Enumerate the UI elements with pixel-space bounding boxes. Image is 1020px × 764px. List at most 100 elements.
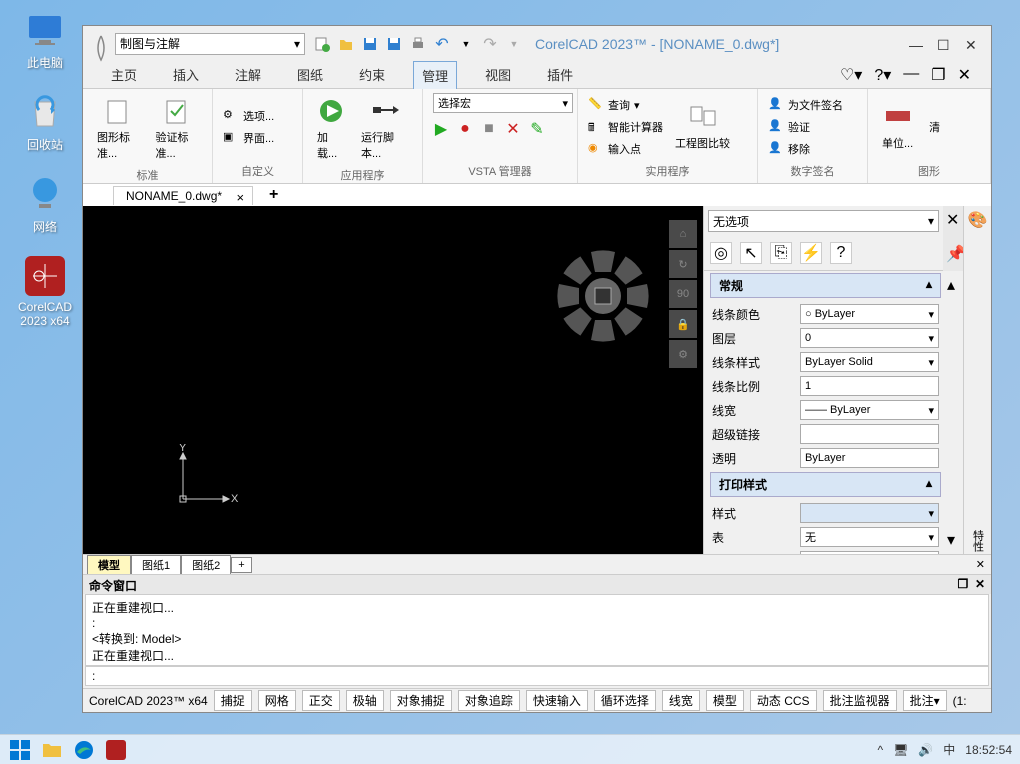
selection-combo[interactable]: 无选项▾ — [708, 210, 939, 232]
tray-network-icon[interactable]: 🖥 — [893, 743, 908, 757]
options-button[interactable]: ⚙选项... — [223, 108, 274, 124]
menu-plugin[interactable]: 插件 — [539, 61, 581, 88]
clean-button[interactable]: 清 — [925, 115, 944, 139]
layout-tab-model[interactable]: 模型 — [87, 555, 131, 575]
status-anno[interactable]: 批注▾ — [903, 690, 947, 711]
query-button[interactable]: 📏查询▾ — [588, 97, 663, 113]
view-cube[interactable] — [553, 246, 653, 346]
redo-icon[interactable]: ↷ — [481, 35, 499, 53]
run-script-button[interactable]: 运行脚本... — [357, 93, 412, 165]
status-qinput[interactable]: 快速输入 — [526, 690, 588, 711]
vsta-delete-icon[interactable]: ✕ — [505, 121, 521, 137]
vp-settings-icon[interactable]: ⚙ — [669, 340, 697, 368]
command-input[interactable]: : — [85, 666, 989, 686]
interface-button[interactable]: ▣界面... — [223, 130, 274, 146]
vsta-record-icon[interactable]: ● — [457, 121, 473, 137]
tray-clock[interactable]: 18:52:54 — [965, 743, 1012, 757]
table-combo[interactable]: 无▾ — [800, 527, 939, 547]
menu-sheet[interactable]: 图纸 — [289, 61, 331, 88]
sign-file-button[interactable]: 👤为文件签名 — [768, 97, 843, 113]
command-history[interactable]: 正在重建视口... : <转换到: Model> 正在重建视口... — [85, 594, 989, 666]
status-dccs[interactable]: 动态 CCS — [750, 690, 817, 711]
add-tab-button[interactable]: + — [259, 186, 288, 204]
menu-constraint[interactable]: 约束 — [351, 61, 393, 88]
vsta-edit-icon[interactable]: ✎ — [529, 121, 545, 137]
saveas-icon[interactable] — [385, 35, 403, 53]
vp-90-button[interactable]: 90 — [669, 280, 697, 308]
status-model[interactable]: 模型 — [706, 690, 744, 711]
status-annomon[interactable]: 批注监视器 — [823, 690, 897, 711]
drawing-standards-button[interactable]: 图形标准... — [93, 93, 144, 165]
layer-combo[interactable]: 0▾ — [800, 328, 939, 348]
status-snap[interactable]: 捕捉 — [214, 690, 252, 711]
undo-icon[interactable]: ↶ — [433, 35, 451, 53]
cmd-restore-icon[interactable]: ❐ — [958, 577, 969, 591]
mdi-restore-icon[interactable]: ❐ — [931, 65, 945, 85]
desktop-icon-recycle[interactable]: 回收站 — [10, 92, 80, 153]
lineweight-combo[interactable]: —— ByLayer▾ — [800, 400, 939, 420]
open-icon[interactable] — [337, 35, 355, 53]
cmd-close-icon[interactable]: ✕ — [975, 577, 985, 591]
mdi-minimize-icon[interactable]: — — [903, 65, 919, 85]
favorite-icon[interactable]: ♡▾ — [840, 65, 862, 85]
mdi-close-icon[interactable]: ✕ — [958, 65, 971, 85]
verify-button[interactable]: 👤验证 — [768, 119, 843, 135]
prop-tool-3[interactable]: ⎘ — [770, 242, 792, 264]
panel-close-icon[interactable]: ✕ — [976, 559, 985, 571]
status-polar[interactable]: 极轴 — [346, 690, 384, 711]
panel-pin-icon[interactable]: 📌 — [946, 244, 960, 258]
linecolor-combo[interactable]: ○ ByLayer▾ — [800, 304, 939, 324]
desktop-icon-network[interactable]: 网络 — [10, 174, 80, 235]
input-point-button[interactable]: ◉输入点 — [588, 141, 663, 157]
vsta-macro-combo[interactable]: 选择宏▾ — [433, 93, 573, 113]
vp-rotate-icon[interactable]: ↻ — [669, 250, 697, 278]
status-lweight[interactable]: 线宽 — [662, 690, 700, 711]
panel-close-icon[interactable]: ✕ — [946, 210, 960, 224]
status-osnap[interactable]: 对象捕捉 — [390, 690, 452, 711]
section-print[interactable]: 打印样式▴ — [710, 472, 941, 497]
tray-chevron-icon[interactable]: ^ — [877, 743, 883, 757]
linescale-input[interactable]: 1 — [800, 376, 939, 396]
menu-insert[interactable]: 插入 — [165, 61, 207, 88]
vsta-stop-icon[interactable]: ■ — [481, 121, 497, 137]
prop-tool-1[interactable]: ◎ — [710, 242, 732, 264]
save-icon[interactable] — [361, 35, 379, 53]
palette-icon-1[interactable]: 🎨 — [968, 210, 988, 230]
tray-volume-icon[interactable]: 🔊 — [918, 743, 933, 757]
scroll-down-icon[interactable]: ▾ — [947, 530, 963, 550]
maximize-button[interactable]: ☐ — [937, 37, 951, 51]
status-ortho[interactable]: 正交 — [302, 690, 340, 711]
prop-tool-2[interactable]: ↖ — [740, 242, 762, 264]
undo-dropdown-icon[interactable]: ▼ — [457, 35, 475, 53]
close-tab-icon[interactable]: × — [236, 190, 244, 205]
style-combo[interactable]: ▾ — [800, 503, 939, 523]
desktop-icon-pc[interactable]: 此电脑 — [10, 10, 80, 71]
desktop-icon-corelcad[interactable]: CorelCAD 2023 x64 — [10, 256, 80, 328]
transparent-input[interactable]: ByLayer — [800, 448, 939, 468]
load-button[interactable]: 加载... — [313, 93, 349, 165]
edge-icon[interactable] — [72, 738, 96, 762]
start-button[interactable] — [8, 738, 32, 762]
menu-home[interactable]: 主页 — [103, 61, 145, 88]
help-icon[interactable]: ?▾ — [874, 65, 891, 85]
corelcad-task-icon[interactable] — [104, 738, 128, 762]
drawing-viewport[interactable]: ⌂ ↻ 90 🔒 ⚙ XY — [83, 206, 703, 554]
menu-view[interactable]: 视图 — [477, 61, 519, 88]
minimize-button[interactable]: — — [909, 37, 923, 51]
tray-ime[interactable]: 中 — [943, 741, 955, 758]
section-general[interactable]: 常规▴ — [710, 273, 941, 298]
palette-icon-2[interactable]: 特性 — [970, 530, 986, 552]
layout-tab-add[interactable]: + — [231, 557, 251, 573]
scroll-up-icon[interactable]: ▴ — [947, 275, 963, 295]
hyperlink-input[interactable] — [800, 424, 939, 444]
drawing-compare-button[interactable]: 工程图比较 — [671, 99, 734, 155]
redo-dropdown-icon[interactable]: ▼ — [505, 35, 523, 53]
print-icon[interactable] — [409, 35, 427, 53]
remove-sign-button[interactable]: 👤移除 — [768, 141, 843, 157]
explorer-icon[interactable] — [40, 738, 64, 762]
status-grid[interactable]: 网格 — [258, 690, 296, 711]
vp-lock-icon[interactable]: 🔒 — [669, 310, 697, 338]
units-button[interactable]: 单位... — [878, 99, 917, 155]
prop-tool-4[interactable]: ⚡ — [800, 242, 822, 264]
layout-tab-sheet2[interactable]: 图纸2 — [181, 555, 231, 575]
